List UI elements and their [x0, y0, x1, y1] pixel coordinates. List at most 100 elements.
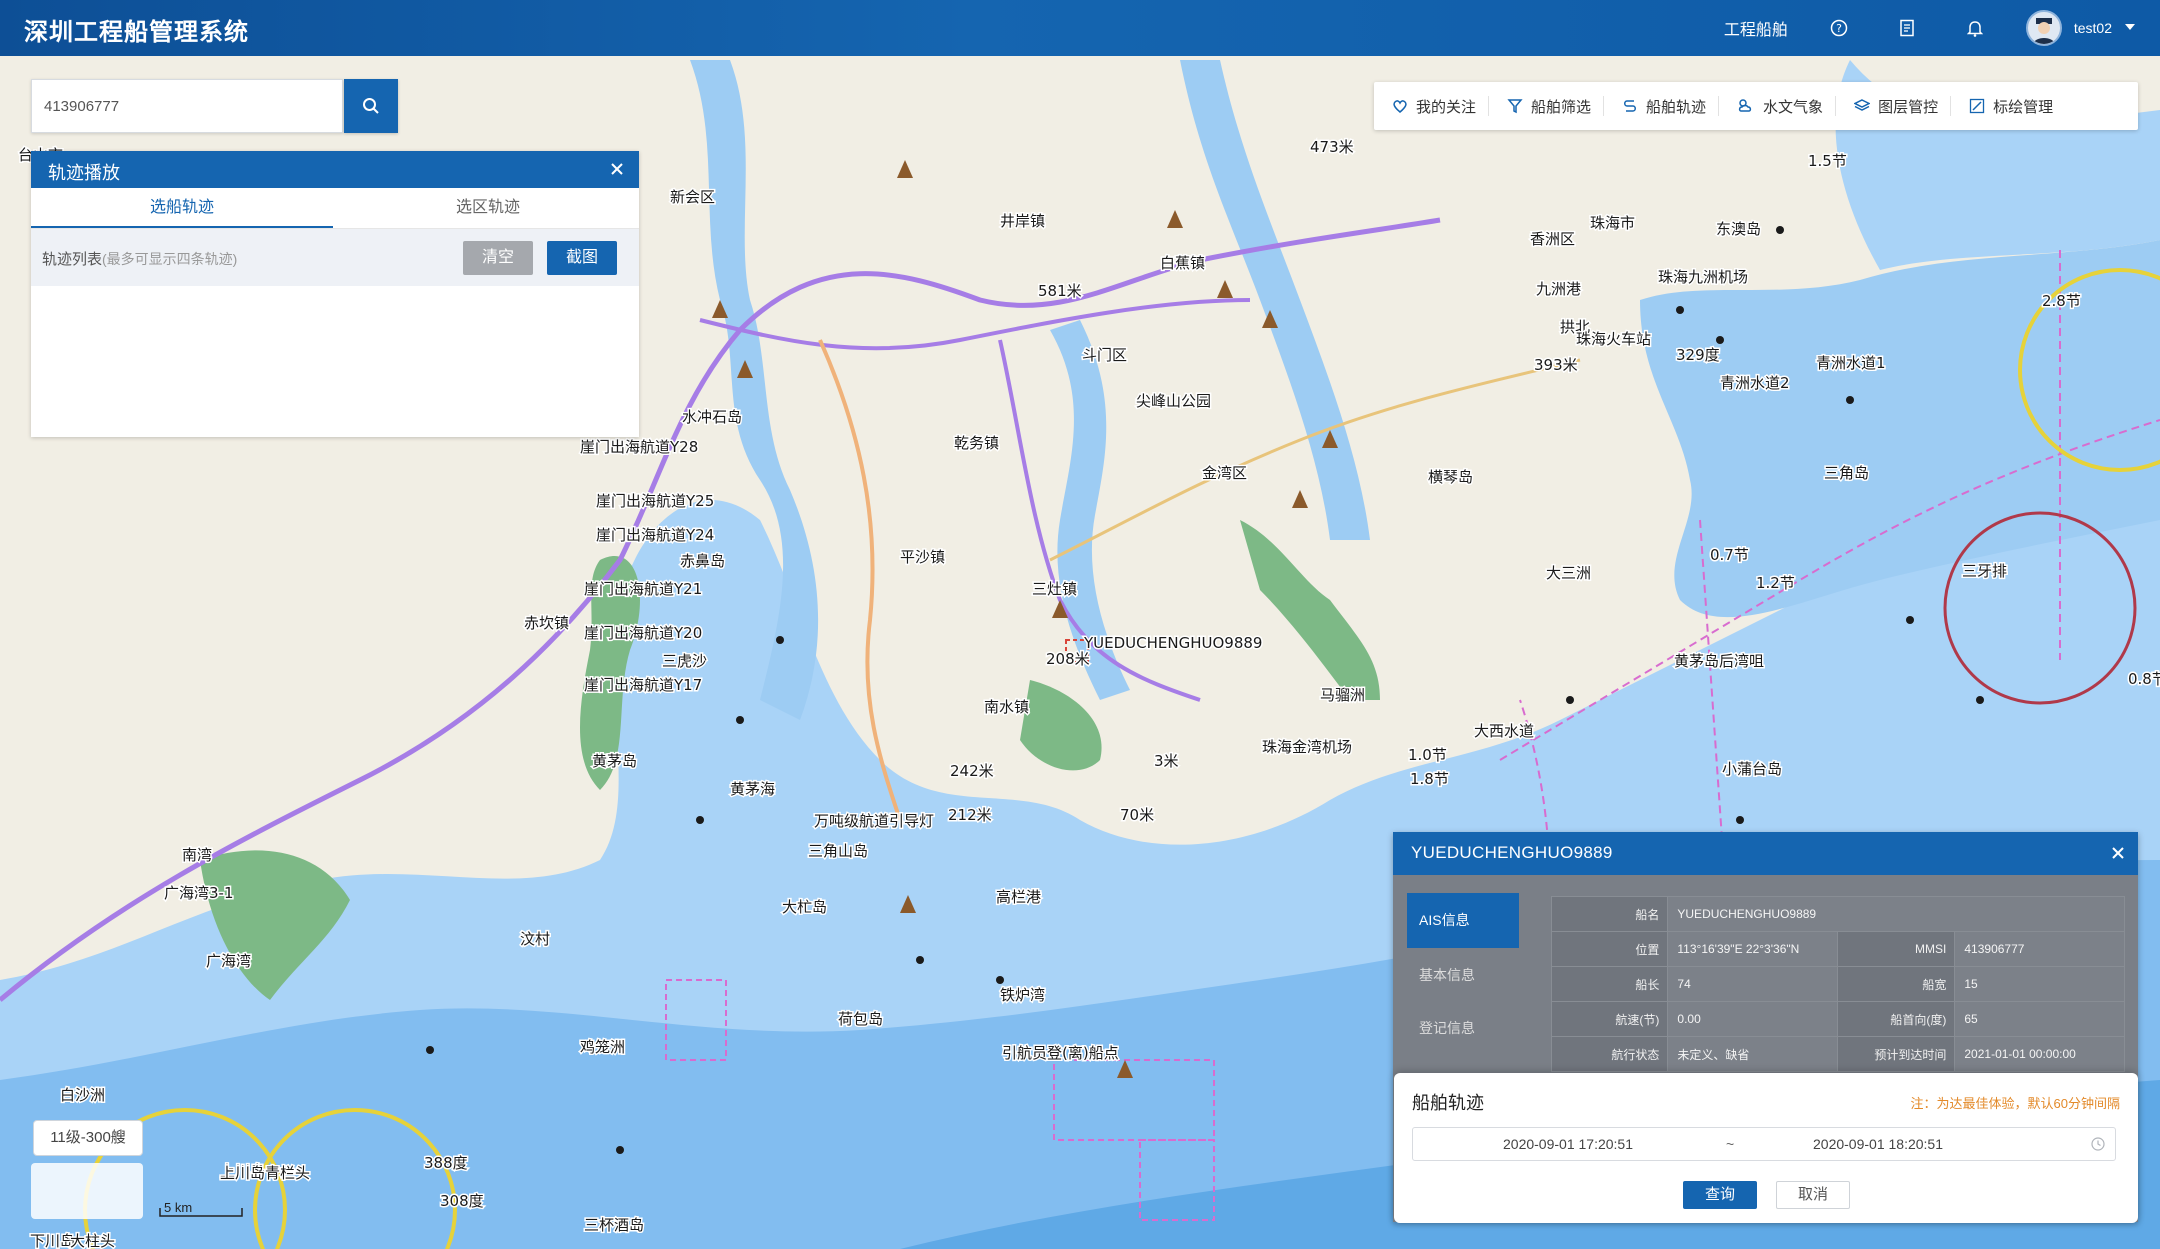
toolbar-ship-track[interactable]: 船舶轨迹: [1604, 96, 1720, 116]
map-place: 大柱头: [70, 1232, 115, 1249]
map-place: 三虎沙: [662, 652, 707, 670]
clock-icon[interactable]: [2091, 1137, 2105, 1156]
cell-value: 未定义、缺省: [1667, 1036, 1839, 1072]
table-row: 船长 74 船宽 15: [1550, 966, 2125, 1002]
map-place: 南湾: [182, 846, 212, 864]
cell-value: 413906777: [1954, 931, 2125, 967]
toolbar-hydro-weather[interactable]: 水文气象: [1719, 96, 1837, 116]
close-icon[interactable]: [605, 157, 629, 181]
bell-icon[interactable]: [1958, 0, 1992, 56]
top-bar: 深圳工程船管理系统 工程船舶 ? test02: [0, 0, 2160, 56]
cell-value: 65: [1954, 1001, 2125, 1037]
end-time[interactable]: 2020-09-01 18:20:51: [1813, 1136, 1943, 1152]
side-tab-ais[interactable]: AIS信息: [1407, 893, 1519, 948]
map-note: 2.8节: [2042, 292, 2081, 310]
map-place: 珠海火车站: [1576, 330, 1651, 348]
zoom-level-badge: 11级-300艘: [33, 1120, 143, 1156]
track-icon: [1624, 100, 1637, 112]
map-place: 平沙镇: [900, 548, 945, 566]
username[interactable]: test02: [2074, 20, 2112, 36]
tab-area-track[interactable]: 选区轨迹: [337, 188, 639, 228]
map-note: 1.8节: [1410, 770, 1449, 788]
map-place: 大西水道: [1474, 722, 1534, 740]
map-place: 三牙排: [1962, 562, 2007, 580]
map-toolbar: 我的关注 船舶筛选 船舶轨迹 水文气象 图层管控 标绘管理: [1374, 82, 2138, 130]
map-note: 473米: [1310, 138, 1354, 156]
map-place: 下川岛: [30, 1232, 75, 1249]
map-note: 329度: [1676, 346, 1720, 364]
toolbar-label: 标绘管理: [1993, 98, 2054, 116]
toolbar-layer-control[interactable]: 图层管控: [1836, 96, 1952, 116]
help-icon[interactable]: ?: [1822, 0, 1856, 56]
cell-key: 船首向(度): [1837, 1001, 1956, 1037]
ship-panel-header: YUEDUCHENGHUO9889: [1393, 832, 2138, 875]
svg-text:?: ?: [1836, 22, 1842, 35]
clear-button[interactable]: 清空: [463, 241, 533, 275]
cell-value: 15: [1954, 966, 2125, 1002]
track-list-bar: 轨迹列表(最多可显示四条轨迹) 清空 截图: [31, 229, 639, 286]
cell-key: MMSI: [1837, 931, 1956, 967]
toolbar-draw-manage[interactable]: 标绘管理: [1951, 96, 2065, 116]
query-button[interactable]: 查询: [1683, 1181, 1757, 1209]
toolbar-my-follow[interactable]: 我的关注: [1374, 96, 1490, 116]
dropdown-icon[interactable]: [2124, 19, 2136, 37]
map-note: 308度: [440, 1192, 484, 1210]
panel-title: 轨迹播放: [48, 163, 120, 183]
filter-icon: [1507, 99, 1523, 114]
cancel-button[interactable]: 取消: [1776, 1181, 1850, 1209]
map-place: 青洲水道2: [1720, 374, 1790, 392]
draw-icon: [1969, 98, 1985, 114]
map-place: 黄茅岛后湾咀: [1674, 652, 1764, 670]
table-row: 位置 113°16'39"E 22°3'36"N MMSI 413906777: [1550, 931, 2125, 967]
list-label-text: 轨迹列表: [42, 251, 103, 268]
side-tab-basic[interactable]: 基本信息: [1407, 948, 1519, 1003]
toolbar-label: 水文气象: [1763, 98, 1824, 116]
cell-key: 位置: [1550, 931, 1669, 967]
map-place: 水冲石岛: [682, 408, 742, 426]
search-input[interactable]: [32, 80, 336, 132]
map-place: 小蒲台岛: [1722, 760, 1782, 778]
tab-ship-track[interactable]: 选船轨迹: [31, 188, 333, 228]
map-place: 赤鼻岛: [680, 552, 725, 570]
ais-info-table: 船名 YUEDUCHENGHUO9889 位置 113°16'39"E 22°3…: [1550, 896, 2125, 1072]
ship-track-dialog: 船舶轨迹 注：为达最佳体验，默认60分钟间隔 2020-09-01 17:20:…: [1394, 1073, 2138, 1223]
map-note: 0.7节: [1710, 546, 1749, 564]
cell-value: 2021-01-01 00:00:00: [1954, 1036, 2125, 1072]
map-note: 581米: [1038, 282, 1082, 300]
map-place: 斗门区: [1082, 346, 1127, 364]
cell-value: YUEDUCHENGHUO9889: [1667, 896, 2125, 932]
time-range-picker[interactable]: 2020-09-01 17:20:51 ~ 2020-09-01 18:20:5…: [1412, 1127, 2116, 1161]
capture-button[interactable]: 截图: [547, 241, 617, 275]
nav-engineering-ships[interactable]: 工程船舶: [1724, 16, 1788, 40]
map-place: 广海湾: [206, 952, 251, 970]
map-note: 242米: [950, 762, 994, 780]
map-place: 横琴岛: [1428, 468, 1473, 486]
map-place: 香洲区: [1530, 230, 1575, 248]
cell-value: 74: [1667, 966, 1839, 1002]
search-button[interactable]: [344, 79, 398, 133]
map-place: 珠海市: [1590, 214, 1635, 232]
map-note: 1.5节: [1808, 152, 1847, 170]
map-place: 三角岛: [1824, 464, 1869, 482]
map-place: 铁炉湾: [1000, 986, 1045, 1004]
map-note: 1.0节: [1408, 746, 1447, 764]
dialog-title: 船舶轨迹: [1412, 1093, 1484, 1113]
map-note: 0.8节: [2128, 670, 2160, 688]
close-icon[interactable]: [2106, 841, 2130, 865]
panel-header: 轨迹播放: [31, 151, 639, 188]
scale-bar: 5 km: [158, 1200, 244, 1220]
app-title: 深圳工程船管理系统: [24, 19, 249, 46]
map-place: 大三洲: [1546, 564, 1591, 582]
side-tab-registration[interactable]: 登记信息: [1407, 1001, 1519, 1056]
map-place: 白沙洲: [60, 1086, 105, 1104]
map-place: 新会区: [670, 188, 715, 206]
map-place: 尖峰山公园: [1136, 392, 1211, 410]
cell-key: 航速(节): [1550, 1001, 1669, 1037]
ship-panel-title: YUEDUCHENGHUO9889: [1411, 843, 1613, 862]
document-icon[interactable]: [1890, 0, 1924, 56]
map-note: 212米: [948, 806, 992, 824]
toolbar-ship-filter[interactable]: 船舶筛选: [1489, 96, 1605, 116]
map-place: 井岸镇: [1000, 212, 1045, 230]
start-time[interactable]: 2020-09-01 17:20:51: [1503, 1136, 1633, 1152]
avatar[interactable]: [2025, 10, 2062, 46]
